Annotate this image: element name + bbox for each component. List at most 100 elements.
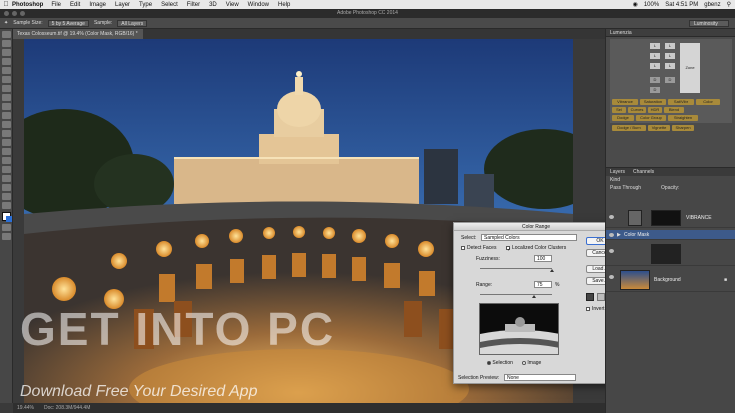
layer-row-vibrance[interactable]: VIBRANCE — [606, 208, 735, 228]
eyedropper-tool-icon[interactable]: ✦ — [4, 20, 8, 26]
lumen-cell[interactable]: D — [650, 87, 660, 93]
invert-option[interactable]: Invert — [586, 306, 605, 312]
brush-tool-icon[interactable] — [2, 94, 11, 101]
lumen-cell[interactable]: D — [665, 77, 675, 83]
apple-icon[interactable]:  — [0, 1, 12, 8]
wifi-icon[interactable]: ◉ — [633, 1, 638, 8]
layer-row-background[interactable]: Background ■ — [606, 268, 735, 292]
minimize-window-button[interactable] — [12, 11, 17, 16]
menu-file[interactable]: File — [51, 2, 61, 8]
lumen-button[interactable]: Sharpen — [672, 125, 694, 131]
selection-radio-option[interactable]: Selection — [487, 360, 513, 366]
lumenzia-tab[interactable]: Lumenzia — [606, 29, 735, 37]
shape-tool-icon[interactable] — [2, 184, 11, 191]
quick-mask-icon[interactable] — [2, 224, 11, 231]
select-dropdown[interactable]: Sampled Colors — [481, 234, 577, 241]
lumen-button[interactable]: Dodge / Burn — [612, 125, 646, 131]
healing-brush-icon[interactable] — [2, 85, 11, 92]
history-brush-icon[interactable] — [2, 112, 11, 119]
lumen-button[interactable]: Straighten — [668, 115, 698, 121]
lumen-button[interactable]: Curves — [628, 107, 646, 113]
lumen-button[interactable]: Saturation — [640, 99, 666, 105]
eye-icon[interactable] — [609, 249, 614, 253]
lumen-button[interactable]: Color Group — [636, 115, 666, 121]
workspace-select[interactable]: Luminosity — [689, 20, 729, 27]
user-name[interactable]: gbenz — [704, 2, 720, 8]
layer-kind-filter[interactable]: Kind — [610, 177, 620, 183]
zoom-level[interactable]: 19.44% — [17, 405, 34, 411]
menu-help[interactable]: Help — [278, 2, 290, 8]
document-tab[interactable]: Texas Colosseum.tif @ 19.4% (Color Mask,… — [13, 29, 143, 39]
move-tool-icon[interactable] — [2, 31, 11, 38]
lumen-cell[interactable]: L — [650, 63, 660, 69]
localized-clusters-option[interactable]: ✓Localized Color Clusters — [506, 245, 566, 253]
menu-3d[interactable]: 3D — [209, 2, 217, 8]
fuzziness-input[interactable]: 100 — [534, 255, 552, 262]
menu-filter[interactable]: Filter — [187, 2, 200, 8]
menu-type[interactable]: Type — [139, 2, 152, 8]
detect-faces-option[interactable]: Detect Faces — [461, 245, 496, 251]
lumen-button[interactable]: Vibrance — [612, 99, 638, 105]
quick-select-tool-icon[interactable] — [2, 58, 11, 65]
lumen-cell[interactable]: D — [650, 77, 660, 83]
invert-checkbox[interactable] — [586, 306, 590, 311]
lumen-button[interactable]: Blend — [664, 107, 684, 113]
menu-select[interactable]: Select — [161, 2, 178, 8]
background-color-swatch[interactable] — [6, 216, 12, 222]
clock[interactable]: Sat 4:51 PM — [665, 2, 698, 8]
lumen-zone-cell[interactable]: Zone — [680, 43, 700, 93]
eye-icon[interactable] — [609, 275, 614, 279]
selection-preview-select[interactable]: None — [504, 374, 576, 381]
detect-faces-checkbox[interactable] — [461, 245, 465, 250]
lumen-cell[interactable]: L — [650, 43, 660, 49]
crop-tool-icon[interactable] — [2, 67, 11, 74]
lock-icon[interactable]: ■ — [724, 277, 727, 283]
range-input[interactable]: 75 — [534, 281, 552, 288]
blend-mode-select[interactable]: Pass Through — [610, 184, 641, 192]
type-tool-icon[interactable] — [2, 166, 11, 173]
marquee-tool-icon[interactable] — [2, 40, 11, 47]
eye-icon[interactable] — [609, 233, 614, 237]
lumen-button[interactable]: Vignette — [648, 125, 670, 131]
hand-tool-icon[interactable] — [2, 193, 11, 200]
layer-mask-thumbnail[interactable] — [651, 210, 681, 226]
image-radio-option[interactable]: Image — [522, 360, 541, 366]
eye-icon[interactable] — [609, 215, 614, 219]
tab-channels[interactable]: Channels — [629, 168, 658, 176]
pen-tool-icon[interactable] — [2, 157, 11, 164]
sample-size-select[interactable]: 5 by 5 Average — [47, 19, 89, 27]
range-slider-knob[interactable] — [532, 295, 536, 298]
add-to-sample-icon[interactable] — [597, 293, 605, 301]
layer-name[interactable]: Color Mask — [624, 232, 649, 238]
menu-edit[interactable]: Edit — [70, 2, 80, 8]
layer-row-color-mask[interactable]: ▶ Color Mask — [606, 230, 735, 240]
lumen-cell[interactable]: L — [650, 53, 660, 59]
dodge-tool-icon[interactable] — [2, 148, 11, 155]
path-select-icon[interactable] — [2, 175, 11, 182]
layer-name[interactable]: Background — [654, 277, 681, 283]
lumen-cell[interactable]: L — [665, 43, 675, 49]
search-icon[interactable]: ⚲ — [727, 1, 731, 8]
app-menu[interactable]: Photoshop — [12, 2, 43, 8]
screen-mode-icon[interactable] — [2, 233, 11, 240]
fuzziness-slider[interactable] — [480, 268, 552, 269]
image-radio[interactable] — [522, 360, 526, 365]
lumen-button[interactable]: Sel — [612, 107, 626, 113]
menu-image[interactable]: Image — [89, 2, 106, 8]
sample-select[interactable]: All Layers — [117, 19, 148, 27]
zoom-tool-icon[interactable] — [2, 202, 11, 209]
lasso-tool-icon[interactable] — [2, 49, 11, 56]
layer-mask-thumbnail[interactable] — [651, 244, 681, 264]
lumen-cell[interactable]: L — [665, 63, 675, 69]
fuzziness-slider-knob[interactable] — [550, 269, 554, 272]
lumen-cell[interactable]: L — [665, 53, 675, 59]
layer-thumbnail[interactable] — [620, 270, 650, 290]
eyedropper-icon[interactable] — [2, 76, 11, 83]
lumen-button[interactable]: Sat/Vibr — [668, 99, 694, 105]
lumen-button[interactable]: HDR — [648, 107, 662, 113]
selection-radio[interactable] — [487, 360, 491, 365]
menu-window[interactable]: Window — [248, 2, 269, 8]
eyedropper-icon[interactable] — [586, 293, 594, 301]
localized-clusters-checkbox[interactable]: ✓ — [506, 245, 511, 253]
menu-layer[interactable]: Layer — [115, 2, 130, 8]
